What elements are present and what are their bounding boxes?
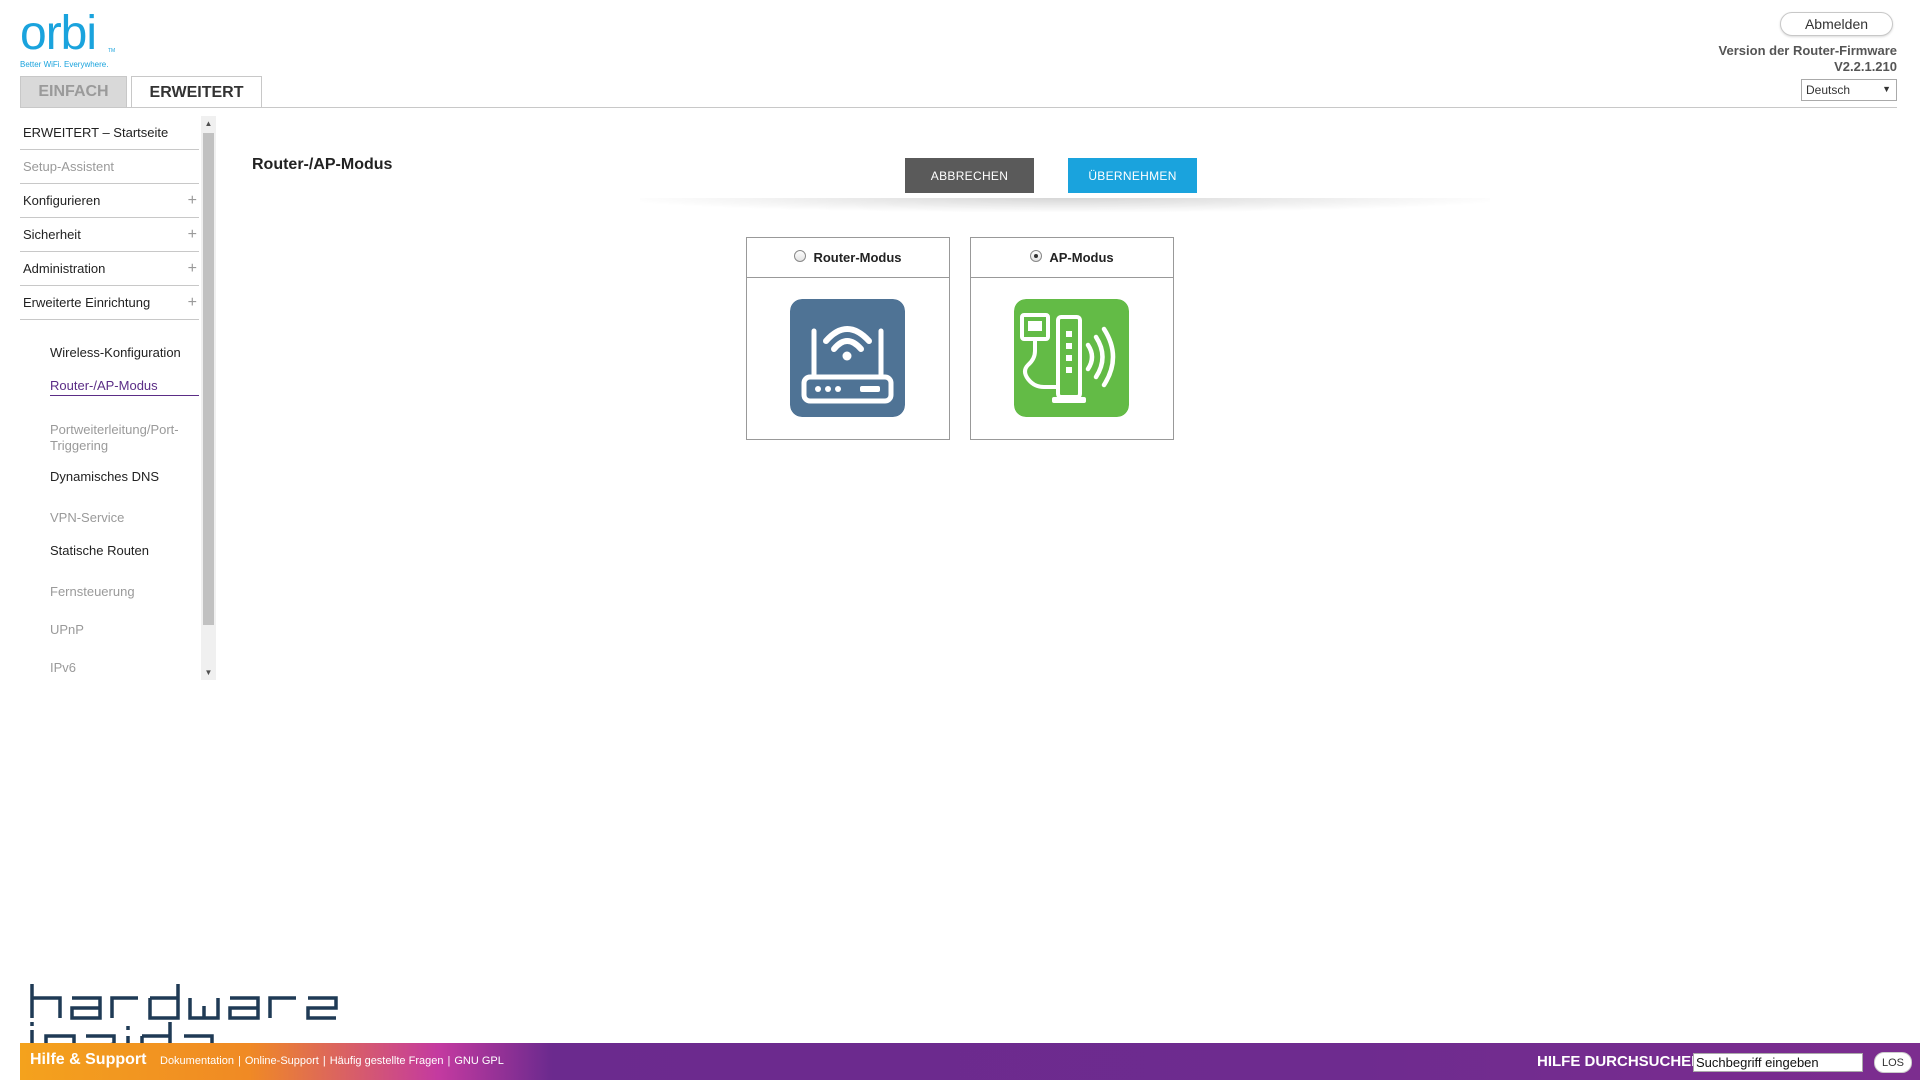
page-title: Router-/AP-Modus (252, 156, 393, 173)
tab-divider (20, 107, 1897, 108)
router-mode-radio[interactable] (794, 249, 807, 262)
footer-link-separator: | (322, 1055, 326, 1067)
header-shadow-divider (640, 198, 1490, 212)
sidebar: ERWEITERT – Startseite Setup-Assistent K… (20, 116, 216, 680)
footer-link-separator: | (447, 1055, 451, 1067)
router-mode-header: Router-Modus (747, 238, 949, 278)
sidebar-item-label: Konfigurieren (23, 193, 101, 208)
sidebar-item-label: Erweiterte Einrichtung (23, 295, 151, 310)
sidebar-scrollbar[interactable]: ▲ ▼ (201, 116, 216, 680)
ap-mode-radio[interactable] (1030, 249, 1043, 262)
sidebar-subitem-port-forwarding[interactable]: Portweiterleitung/Port-Triggering (50, 422, 190, 454)
help-search-input[interactable] (1693, 1053, 1863, 1072)
chevron-down-icon: ▼ (1882, 84, 1891, 94)
logo-tagline: Better WiFi. Everywhere. (20, 60, 109, 69)
sidebar-subitem-vpn[interactable]: VPN-Service (50, 510, 199, 526)
footer-links: Dokumentation | Online-Support | Häufig … (160, 1055, 504, 1067)
sidebar-item-administration[interactable]: Administration + (20, 252, 199, 286)
mode-tabs: EINFACH ERWEITERT (20, 76, 262, 108)
firmware-info: Version der Router-Firmware V2.2.1.210 (1719, 43, 1897, 75)
tab-erweitert[interactable]: ERWEITERT (131, 76, 262, 108)
footer-link-online-support[interactable]: Online-Support (245, 1055, 319, 1067)
cancel-button[interactable]: ABBRECHEN (905, 158, 1034, 193)
plus-icon: + (187, 259, 197, 277)
apply-button[interactable]: ÜBERNEHMEN (1068, 158, 1197, 193)
footer-bar: Hilfe & Support Dokumentation | Online-S… (20, 1043, 1920, 1080)
sidebar-subitem-wireless[interactable]: Wireless-Konfiguration (50, 345, 199, 361)
firmware-label: Version der Router-Firmware (1718, 43, 1897, 58)
access-point-icon (1014, 299, 1129, 417)
ap-mode-card[interactable]: AP-Modus (970, 237, 1174, 440)
ap-mode-header: AP-Modus (971, 238, 1173, 278)
plus-icon: + (187, 293, 197, 311)
tab-einfach[interactable]: EINFACH (20, 76, 127, 107)
plus-icon: + (187, 191, 197, 209)
plus-icon: + (187, 225, 197, 243)
help-search-label: HILFE DURCHSUCHEN (1537, 1053, 1702, 1070)
router-mode-label: Router-Modus (813, 250, 902, 265)
sidebar-item-label: ERWEITERT – Startseite (23, 125, 169, 140)
sidebar-subitem-dynamic-dns[interactable]: Dynamisches DNS (50, 469, 199, 485)
sidebar-item-setup-wizard[interactable]: Setup-Assistent (20, 150, 199, 184)
scroll-up-arrow-icon[interactable]: ▲ (201, 116, 216, 131)
scroll-down-arrow-icon[interactable]: ▼ (201, 665, 216, 680)
sidebar-subitem-ipv6[interactable]: IPv6 (50, 660, 199, 676)
firmware-version: V2.2.1.210 (1834, 59, 1897, 74)
footer-help-support: Hilfe & Support (30, 1051, 147, 1068)
orbi-logo: orbi TM Better WiFi. Everywhere. (20, 10, 130, 72)
logo-trademark: TM (108, 48, 116, 54)
sidebar-item-advanced-setup[interactable]: Erweiterte Einrichtung + (20, 286, 199, 320)
footer-link-faq[interactable]: Häufig gestellte Fragen (330, 1055, 444, 1067)
sidebar-item-label: Setup-Assistent (23, 159, 115, 174)
footer-link-documentation[interactable]: Dokumentation (160, 1055, 234, 1067)
footer-link-separator: | (238, 1055, 241, 1067)
sidebar-submenu: Wireless-Konfiguration Router-/AP-Modus … (20, 345, 199, 676)
sidebar-subitem-upnp[interactable]: UPnP (50, 622, 199, 638)
sidebar-item-home[interactable]: ERWEITERT – Startseite (20, 116, 199, 150)
sidebar-item-configure[interactable]: Konfigurieren + (20, 184, 199, 218)
help-search-go-button[interactable]: LOS (1874, 1052, 1912, 1073)
router-icon (790, 299, 905, 417)
sidebar-item-label: Administration (23, 261, 106, 276)
scrollbar-thumb[interactable] (203, 133, 214, 625)
footer-link-gpl[interactable]: GNU GPL (454, 1055, 504, 1067)
ap-mode-label: AP-Modus (1049, 250, 1114, 265)
language-selected: Deutsch (1806, 83, 1851, 97)
sidebar-subitem-static-routes[interactable]: Statische Routen (50, 543, 199, 559)
language-select[interactable]: Deutsch ▼ (1801, 79, 1897, 101)
sidebar-menu: ERWEITERT – Startseite Setup-Assistent K… (20, 116, 199, 320)
router-mode-card[interactable]: Router-Modus (746, 237, 950, 440)
sidebar-subitem-remote[interactable]: Fernsteuerung (50, 584, 199, 600)
sidebar-item-label: Sicherheit (23, 227, 81, 242)
sidebar-subitem-router-ap-mode[interactable]: Router-/AP-Modus (50, 378, 199, 396)
logout-button[interactable]: Abmelden (1780, 12, 1893, 36)
sidebar-item-security[interactable]: Sicherheit + (20, 218, 199, 252)
